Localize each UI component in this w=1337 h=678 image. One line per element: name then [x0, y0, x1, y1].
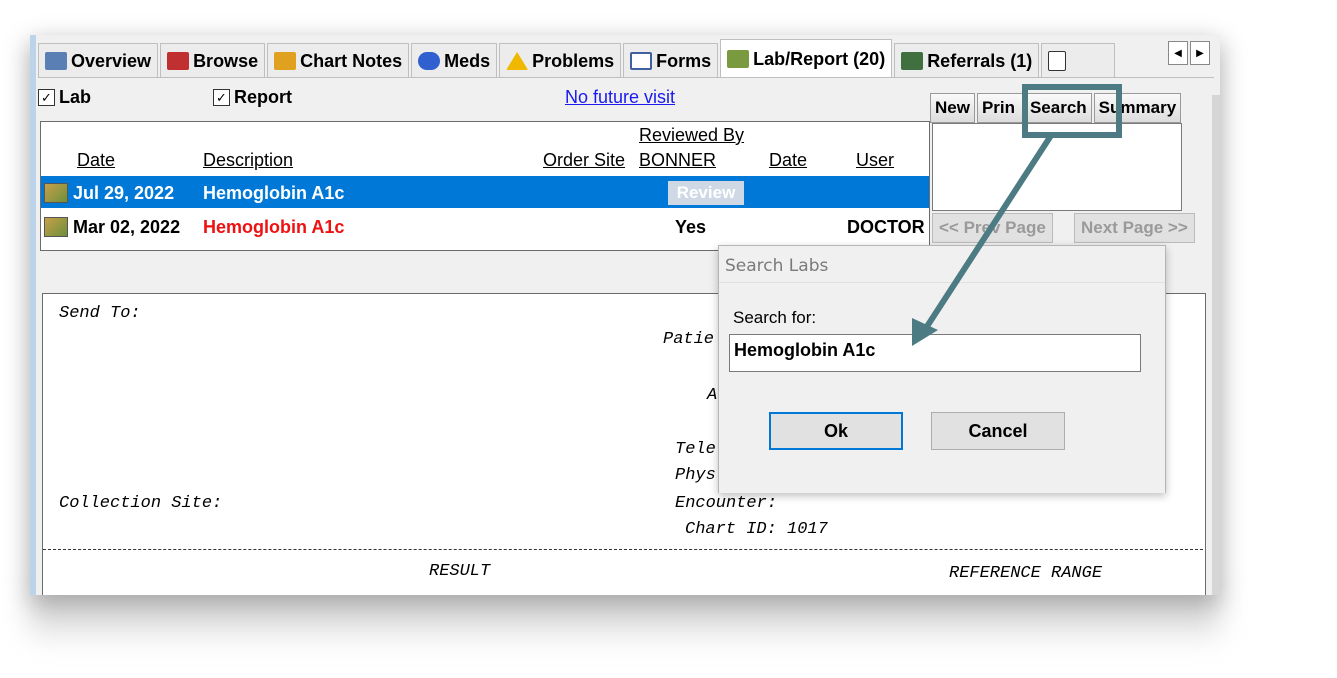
arrow-line [923, 132, 1055, 330]
arrowhead-icon [912, 318, 938, 346]
annotation-arrow [912, 132, 1055, 346]
